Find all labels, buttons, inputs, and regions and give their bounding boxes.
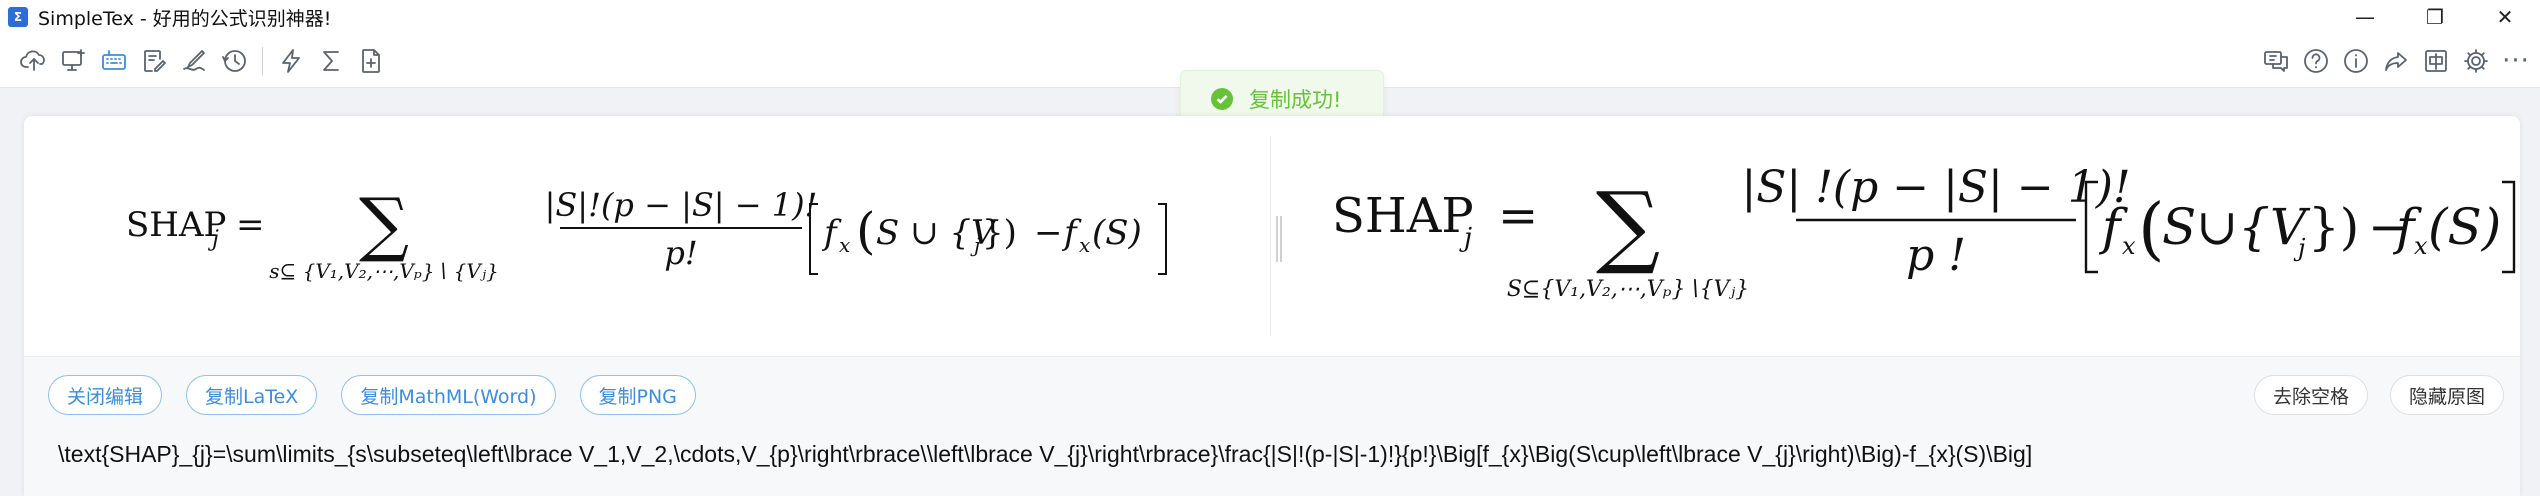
maximize-button[interactable]: ❐ — [2400, 0, 2470, 34]
remove-spaces-button[interactable]: 去除空格 — [2253, 375, 2368, 415]
toolbar-right-group: ··· — [2256, 42, 2536, 80]
help-icon[interactable] — [2296, 42, 2336, 80]
formula-fx2-sub: x — [1079, 233, 1090, 257]
info-icon[interactable] — [2336, 42, 2376, 80]
minimize-button[interactable]: — — [2330, 0, 2400, 34]
action-buttons-right: 去除空格 隐藏原图 — [2232, 375, 2504, 415]
toast-message: 复制成功! — [1249, 88, 1342, 112]
close-bracket — [1158, 203, 1167, 275]
orig-sum-sub: S⊆{V₁,V₂,⋯,Vₚ}∖{Vⱼ} — [1507, 277, 1749, 302]
edit-document-icon[interactable] — [134, 42, 174, 80]
sigma-icon[interactable] — [311, 42, 351, 80]
screen-capture-icon[interactable] — [54, 42, 94, 80]
orig-close-bracket — [2502, 180, 2516, 274]
copy-mathml-button[interactable]: 复制MathML(Word) — [341, 375, 556, 415]
formula-sum: ∑ — [359, 183, 409, 265]
latex-editor[interactable]: \text{SHAP}_{j}=\sum\limits_{s\subseteq\… — [58, 441, 2498, 468]
orig-sum: ∑ — [1596, 173, 1660, 278]
more-options-icon[interactable]: ··· — [2496, 42, 2536, 80]
feedback-icon[interactable] — [2256, 42, 2296, 80]
formula-fx-sub: x — [839, 233, 850, 257]
window-title: SimpleTex - 好用的公式识别神器! — [38, 7, 332, 30]
formula-eq: = — [236, 205, 265, 245]
orig-denominator: p ! — [1906, 230, 1966, 281]
pane-divider — [1270, 136, 1271, 336]
orig-fx-sub: x — [2122, 232, 2136, 260]
keyboard-icon[interactable] — [94, 42, 134, 80]
orig-close-brace: }) — [2308, 198, 2359, 256]
formula-set-union: S ∪ {V — [876, 213, 999, 253]
formula-sum-sub: s⊆ {V₁,V₂,⋯,Vₚ}∖ {Vⱼ} — [269, 259, 499, 283]
formula-minus: − — [1034, 213, 1063, 253]
copy-png-button[interactable]: 复制PNG — [579, 375, 696, 415]
copy-latex-button[interactable]: 复制LaTeX — [186, 375, 318, 415]
formula-denominator: p! — [664, 234, 697, 272]
action-buttons: 关闭编辑 复制LaTeX 复制MathML(Word) 复制PNG — [48, 375, 720, 415]
formula-card: SHAP j = ∑ s⊆ {V₁,V₂,⋯,Vₚ}∖ {Vⱼ} |S|!(p … — [24, 116, 2520, 496]
close-edit-button[interactable]: 关闭编辑 — [48, 375, 163, 415]
orig-numerator: |S| !(p − |S| − 1)! — [1741, 162, 2130, 213]
rendered-formula-pane: SHAP j = ∑ s⊆ {V₁,V₂,⋯,Vₚ}∖ {Vⱼ} |S|!(p … — [24, 116, 1269, 356]
upload-cloud-icon[interactable] — [14, 42, 54, 80]
formula-numerator: |S|!(p − |S| − 1)! — [545, 186, 818, 224]
history-icon[interactable] — [214, 42, 254, 80]
formula-close-brace: }) — [982, 213, 1017, 253]
title-bar: Σ SimpleTex - 好用的公式识别神器! — ❐ ✕ — [0, 0, 2540, 34]
orig-rhs-tail: (S) — [2428, 198, 2501, 256]
app-logo-icon: Σ — [8, 7, 28, 27]
formula-rhs-tail: (S) — [1092, 213, 1142, 253]
share-icon[interactable] — [2376, 42, 2416, 80]
preview-area: SHAP j = ∑ s⊆ {V₁,V₂,⋯,Vₚ}∖ {Vⱼ} |S|!(p … — [24, 116, 2520, 356]
open-paren: ( — [856, 202, 876, 260]
handwrite-icon[interactable] — [174, 42, 214, 80]
original-image-pane: SHAP j = ∑ S⊆{V₁,V₂,⋯,Vₚ}∖{Vⱼ} |S| !(p −… — [1272, 116, 2520, 356]
lightning-icon[interactable] — [271, 42, 311, 80]
orig-open-paren: ( — [2138, 190, 2165, 269]
settings-icon[interactable] — [2456, 42, 2496, 80]
orig-eq: = — [1498, 188, 1538, 244]
hide-original-button[interactable]: 隐藏原图 — [2389, 375, 2504, 415]
toolbar-separator — [262, 47, 263, 75]
language-icon[interactable] — [2416, 42, 2456, 80]
new-file-icon[interactable] — [351, 42, 391, 80]
close-button[interactable]: ✕ — [2470, 0, 2540, 34]
orig-fx2-sub: x — [2414, 232, 2428, 260]
editor-area: 关闭编辑 复制LaTeX 复制MathML(Word) 复制PNG 去除空格 隐… — [24, 356, 2520, 496]
toolbar-left-group — [14, 42, 391, 80]
window-controls: — ❐ ✕ — [2330, 0, 2540, 34]
orig-set-union: S∪{V — [2162, 198, 2311, 256]
check-circle-icon — [1211, 88, 1233, 110]
orig-lhs: SHAP — [1332, 188, 1474, 244]
